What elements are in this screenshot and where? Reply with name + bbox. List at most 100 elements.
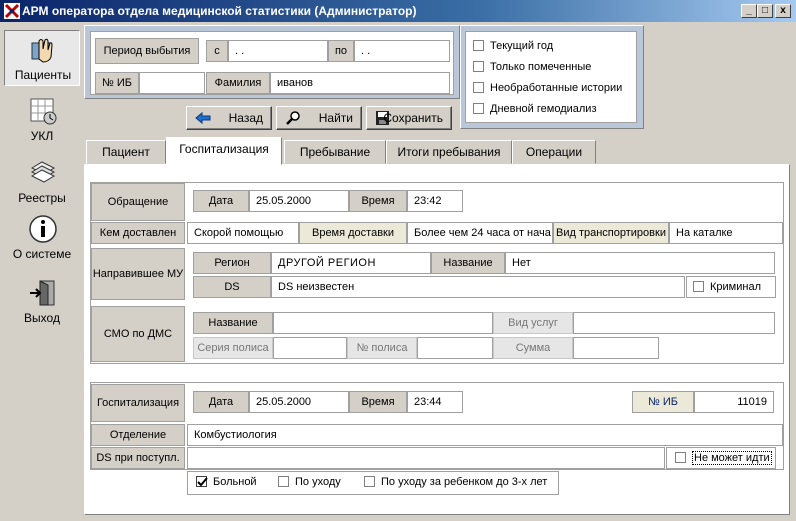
transport-label: Вид транспортировки	[553, 222, 669, 244]
option-label: Необработанные истории	[490, 82, 623, 94]
cannot-walk-label: Не может идти	[692, 451, 772, 465]
smo-name-input[interactable]	[273, 312, 493, 334]
checkbox[interactable]	[364, 475, 375, 487]
surname-input[interactable]: иванов	[270, 72, 450, 94]
sidebar-item-label: О системе	[12, 247, 72, 261]
sidebar-item-label: Выход	[24, 311, 60, 325]
smo-name-label: Название	[193, 312, 273, 334]
tab-operations[interactable]: Операции	[512, 140, 596, 164]
sidebar-item-about[interactable]: О системе	[4, 210, 80, 266]
department-input[interactable]: Комбустиология	[187, 424, 783, 446]
sidebar-item-label: Реестры	[18, 191, 66, 205]
patient-type-label: Больной	[213, 476, 257, 488]
checkbox[interactable]	[278, 475, 289, 487]
tab-stay[interactable]: Пребывание	[284, 140, 386, 164]
service-type-input[interactable]	[573, 312, 775, 334]
back-label: Назад	[228, 111, 263, 125]
cannot-walk-checkbox[interactable]: Не может идти	[666, 447, 776, 469]
check-icon	[197, 476, 208, 487]
region-label: Регион	[193, 252, 271, 274]
hosp-time-label: Время	[349, 391, 407, 413]
ukl-icon	[30, 98, 57, 125]
filter-grid: Период выбытия с . . по . . № ИБ Фамилия…	[90, 31, 454, 95]
policy-number-label: № полиса	[347, 337, 417, 359]
back-button[interactable]: Назад	[186, 106, 272, 130]
from-date-input[interactable]: . .	[228, 40, 328, 62]
hosp-time-input[interactable]: 23:44	[407, 391, 463, 413]
sidebar-item-label: Пациенты	[14, 68, 72, 82]
checkbox[interactable]	[473, 39, 484, 51]
delivered-by-label: Кем доставлен	[91, 222, 185, 244]
patient-type-group: Больной По уходу По уходу за ребенком до…	[187, 471, 559, 495]
window-title: АРМ оператора отдела медицинской статист…	[22, 4, 417, 18]
region-input[interactable]: ДРУГОЙ РЕГИОН	[271, 252, 431, 274]
option-label: Только помеченные	[490, 61, 592, 73]
date-label: Дата	[193, 190, 249, 212]
sender-name-input[interactable]: Нет	[505, 252, 775, 274]
patient-type-label: По уходу	[295, 476, 341, 488]
tab-stay-results[interactable]: Итоги пребывания	[386, 140, 512, 164]
checkbox[interactable]	[693, 280, 704, 292]
hosp-ib-input[interactable]: 11019	[694, 391, 774, 413]
transport-input[interactable]: На каталке	[669, 222, 783, 244]
sidebar-item-ukl[interactable]: УКЛ	[4, 92, 80, 148]
exit-icon	[30, 280, 55, 306]
sidebar-item-exit[interactable]: Выход	[4, 274, 80, 330]
delivery-time-input[interactable]: Более чем 24 часа от нача	[407, 222, 553, 244]
options-list: Текущий год Только помеченные Необработа…	[465, 31, 637, 123]
tab-patient[interactable]: Пациент	[86, 140, 166, 164]
to-date-input[interactable]: . .	[354, 40, 450, 62]
close-button[interactable]: x	[775, 4, 791, 18]
minimize-button[interactable]: _	[741, 4, 757, 18]
surname-label: Фамилия	[206, 72, 270, 94]
sidebar-item-patients[interactable]: Пациенты	[4, 30, 80, 86]
maximize-button[interactable]: □	[757, 4, 773, 18]
find-button[interactable]: Найти	[276, 106, 362, 130]
sum-input[interactable]	[573, 337, 659, 359]
sidebar: Пациенты УКЛ Реестры О системе Выход	[2, 24, 80, 519]
app-icon	[4, 3, 20, 19]
patient-type-child-care[interactable]: По уходу за ребенком до 3-х лет	[364, 475, 547, 488]
checkbox[interactable]	[473, 81, 484, 93]
policy-series-label: Серия полиса	[193, 337, 273, 359]
option-current-year[interactable]: Текущий год	[473, 39, 553, 52]
sender-label: Направившее МУ	[91, 248, 185, 300]
ib-input[interactable]	[139, 72, 205, 94]
sidebar-item-registry[interactable]: Реестры	[4, 154, 80, 210]
info-icon	[29, 215, 57, 243]
delivered-by-input[interactable]: Скорой помощью	[187, 222, 299, 244]
appeal-time-input[interactable]: 23:42	[407, 190, 463, 212]
save-button[interactable]: Сохранить	[366, 106, 452, 130]
checkbox[interactable]	[473, 102, 484, 114]
option-hemodialysis[interactable]: Дневной гемодиализ	[473, 102, 597, 115]
checkbox-checked[interactable]	[196, 475, 208, 487]
ds-admission-input[interactable]	[187, 447, 665, 469]
sidebar-item-label: УКЛ	[30, 129, 54, 143]
ds-admission-label: DS при поступл.	[91, 447, 185, 469]
patient-type-sick[interactable]: Больной	[196, 475, 257, 488]
policy-series-input[interactable]	[273, 337, 347, 359]
option-marked-only[interactable]: Только помеченные	[473, 60, 592, 73]
option-unprocessed[interactable]: Необработанные истории	[473, 81, 623, 94]
option-label: Дневной гемодиализ	[490, 103, 597, 115]
sender-name-label: Название	[431, 252, 505, 274]
checkbox[interactable]	[675, 451, 686, 463]
appeal-date-input[interactable]: 25.05.2000	[249, 190, 349, 212]
hosp-date-input[interactable]: 25.05.2000	[249, 391, 349, 413]
ib-label: № ИБ	[95, 72, 139, 94]
hosp-date-label: Дата	[193, 391, 249, 413]
find-label: Найти	[318, 111, 353, 125]
patient-type-care[interactable]: По уходу	[278, 475, 341, 488]
registry-icon	[30, 161, 56, 183]
from-label: с	[206, 40, 228, 62]
criminal-checkbox[interactable]: Криминал	[686, 276, 776, 298]
hospitalization-label: Госпитализация	[91, 384, 185, 422]
to-label: по	[328, 40, 354, 62]
ds-input[interactable]: DS неизвестен	[271, 276, 685, 298]
ds-label: DS	[193, 276, 271, 298]
checkbox[interactable]	[473, 60, 484, 72]
criminal-label: Криминал	[710, 281, 761, 293]
policy-number-input[interactable]	[417, 337, 493, 359]
appeal-label: Обращение	[91, 183, 185, 221]
tab-hospitalization[interactable]: Госпитализация	[166, 137, 282, 165]
